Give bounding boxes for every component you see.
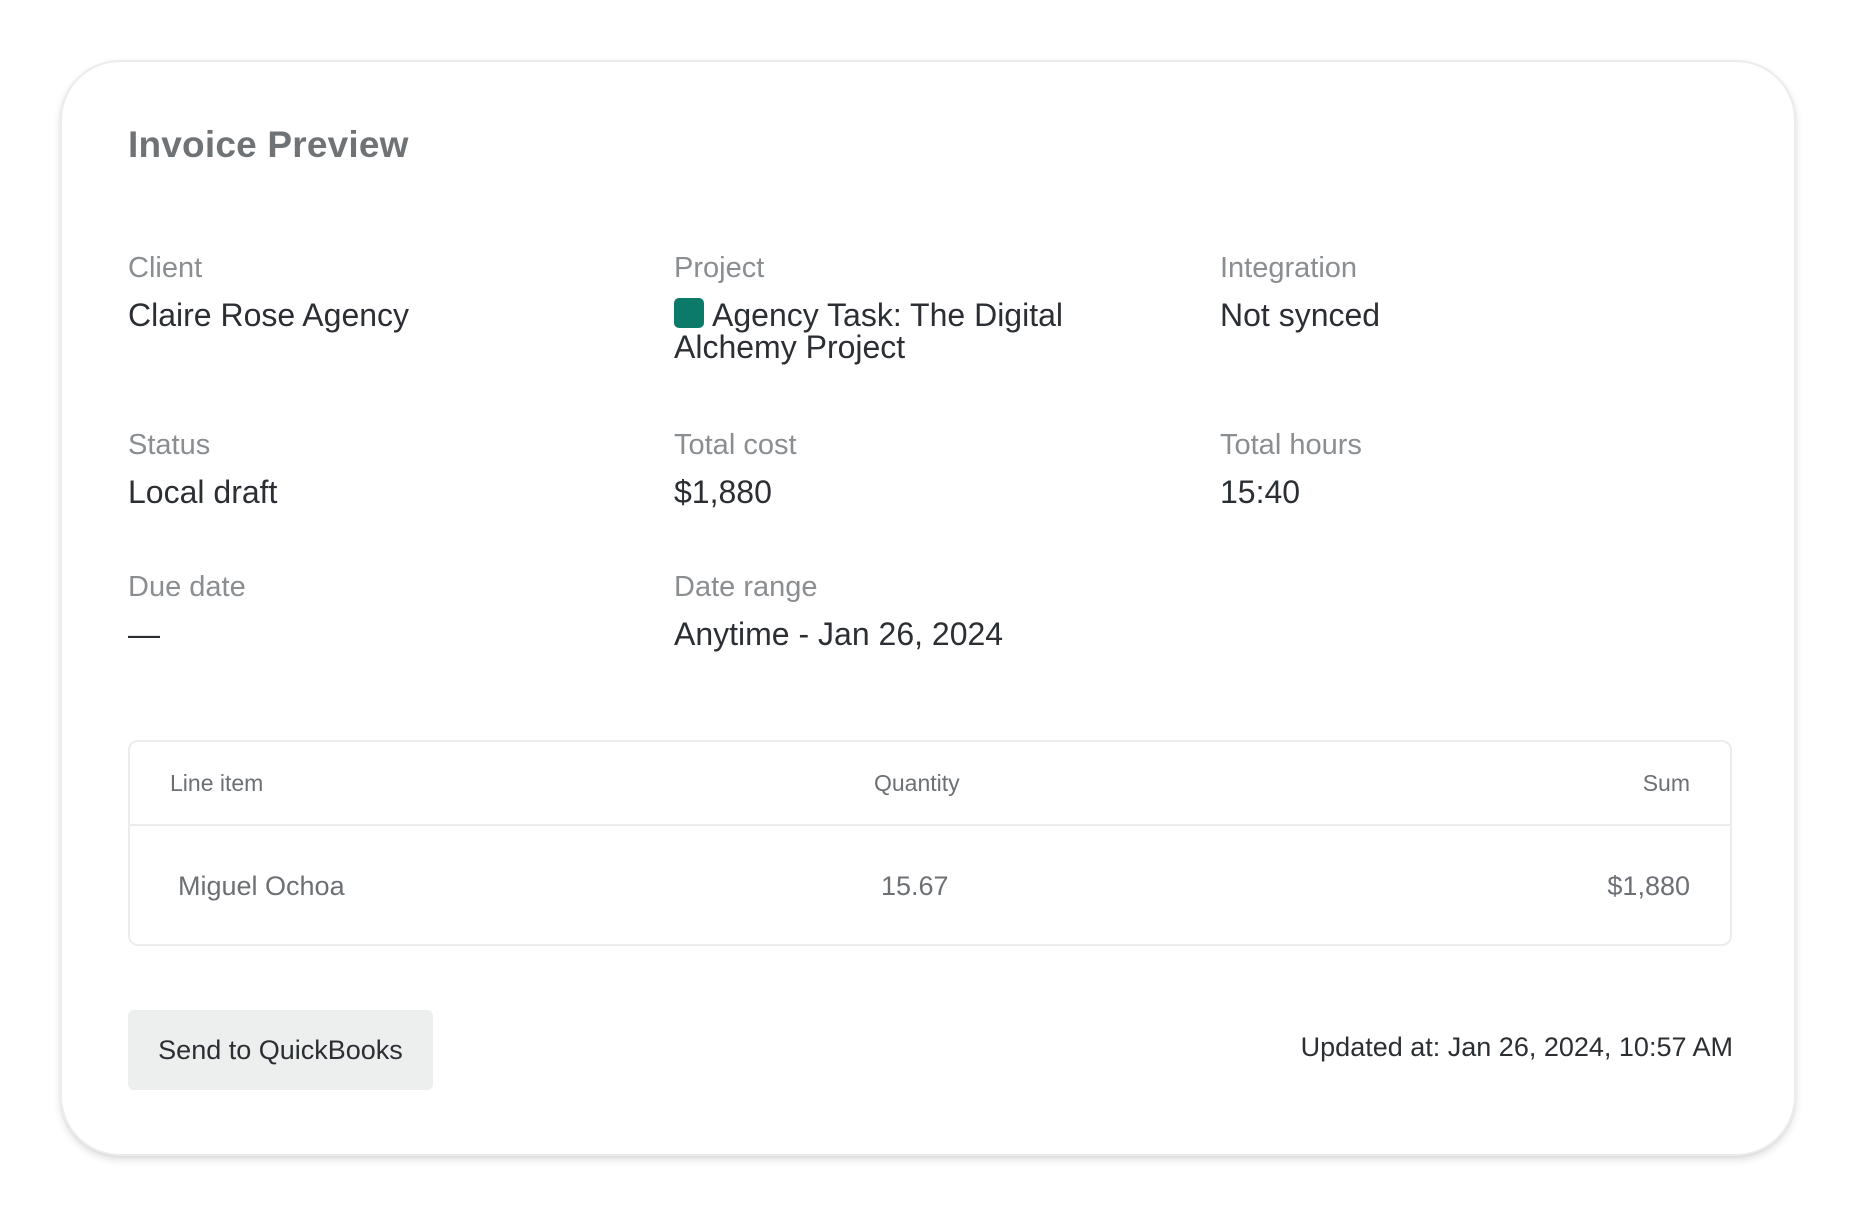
page-title: Invoice Preview [128, 124, 409, 165]
column-header-sum: Sum [1642, 770, 1690, 796]
due-date-value: — [128, 616, 160, 652]
due-date-label: Due date [128, 571, 246, 603]
client-label: Client [128, 252, 203, 284]
project-value: Agency Task: The Digital Alchemy Project [674, 298, 1104, 363]
date-range-field: Date range Anytime - Jan 26, 2024 [674, 569, 1144, 651]
total-cost-label: Total cost [674, 429, 797, 461]
quantity-cell: 15.67 [881, 871, 949, 901]
updated-at-timestamp: Updated at: Jan 26, 2024, 10:57 AM [1300, 1032, 1733, 1062]
status-label: Status [128, 429, 211, 461]
total-cost-value: $1,880 [674, 474, 772, 510]
total-hours-field: Total hours 15:40 [1220, 427, 1690, 509]
status-value: Local draft [128, 474, 278, 510]
table-header: Line item Quantity Sum [130, 742, 1730, 826]
table-row: Miguel Ochoa 15.67 $1,880 [130, 826, 1730, 946]
project-label: Project [674, 252, 765, 284]
integration-label: Integration [1220, 252, 1358, 284]
integration-value: Not synced [1220, 297, 1381, 333]
column-header-quantity: Quantity [874, 770, 960, 796]
total-hours-label: Total hours [1220, 429, 1362, 461]
client-field: Client Claire Rose Agency [128, 250, 598, 332]
line-item-cell: Miguel Ochoa [178, 871, 345, 901]
total-hours-value: 15:40 [1220, 474, 1301, 510]
column-header-line-item: Line item [170, 770, 264, 796]
project-color-swatch-icon [674, 298, 704, 328]
integration-field: Integration Not synced [1220, 250, 1690, 332]
date-range-label: Date range [674, 571, 818, 603]
line-items-table: Line item Quantity Sum Miguel Ochoa 15.6… [128, 740, 1732, 946]
status-field: Status Local draft [128, 427, 598, 509]
client-value: Claire Rose Agency [128, 297, 410, 333]
due-date-field: Due date — [128, 569, 598, 651]
sum-cell: $1,880 [1607, 871, 1690, 901]
date-range-value: Anytime - Jan 26, 2024 [674, 616, 1004, 652]
project-field: Project Agency Task: The Digital Alchemy… [674, 250, 1104, 363]
total-cost-field: Total cost $1,880 [674, 427, 1144, 509]
project-name: Agency Task: The Digital Alchemy Project [674, 297, 1063, 365]
send-to-quickbooks-button[interactable]: Send to QuickBooks [128, 1010, 433, 1090]
